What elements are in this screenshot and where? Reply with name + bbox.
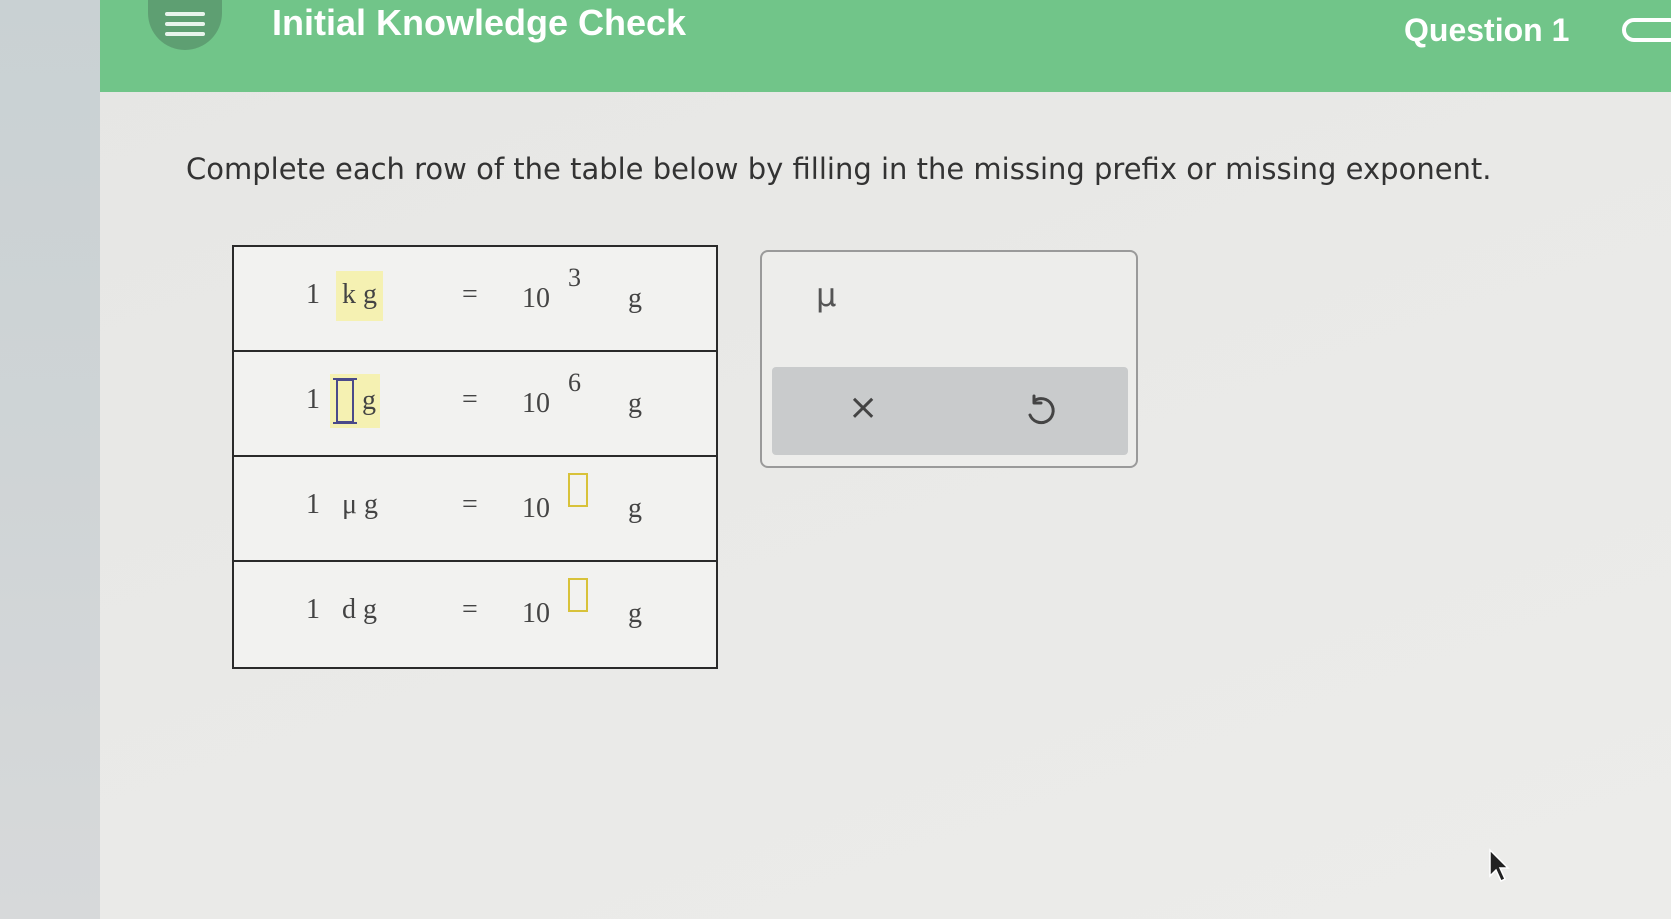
unit-left: g [363, 279, 377, 310]
prefix-cell: μ g [336, 481, 384, 531]
coefficient: 1 [306, 279, 320, 310]
equals-sign: = [462, 489, 478, 520]
table-row: 1 g = 10 6 g [234, 352, 716, 457]
equals-sign: = [462, 279, 478, 310]
exponent-input[interactable] [568, 578, 588, 613]
coefficient: 1 [306, 384, 320, 415]
base-ten: 10 [522, 493, 550, 524]
coefficient: 1 [306, 594, 320, 625]
table-row: 1 d g = 10 g [234, 562, 716, 667]
unit-left: g [363, 594, 377, 625]
left-gutter [0, 0, 112, 919]
menu-line [165, 32, 205, 36]
mu-key-button[interactable]: μ [816, 276, 836, 314]
prefix-value: k [342, 279, 356, 310]
exponent-blank-box[interactable] [568, 578, 588, 613]
exponent-value: 6 [568, 368, 581, 397]
base-ten: 10 [522, 283, 550, 314]
unit-right: g [628, 388, 642, 419]
prefix-value: d [342, 594, 356, 625]
unit-left: g [362, 385, 376, 416]
equals-sign: = [462, 384, 478, 415]
text-cursor-box [333, 378, 357, 424]
prefix-cell: d g [336, 586, 383, 636]
unit-left: g [364, 489, 379, 520]
question-prompt: Complete each row of the table below by … [186, 152, 1492, 186]
menu-line [165, 12, 205, 16]
mouse-pointer-icon [1489, 848, 1510, 883]
keypad-action-row: × [772, 367, 1128, 455]
base-ten: 10 [522, 388, 550, 419]
prefix-value: μ [342, 489, 358, 520]
unit-right: g [628, 493, 642, 524]
undo-icon[interactable] [1022, 393, 1058, 429]
question-label: Question 1 [1404, 12, 1570, 48]
exponent-value: 3 [568, 263, 581, 292]
table-row: 1 k g = 10 3 g [234, 247, 716, 352]
table-row: 1 μ g = 10 g [234, 457, 716, 562]
unit-right: g [628, 283, 642, 314]
prefix-input-active[interactable]: g [330, 374, 380, 428]
equals-sign: = [462, 594, 478, 625]
exponent-blank-box[interactable] [568, 473, 588, 508]
progress-pill-icon [1622, 18, 1671, 42]
prefix-cell[interactable]: k g [336, 271, 383, 321]
prefix-table: 1 k g = 10 3 g 1 g = 10 6 g 1 μ g = 10 g… [232, 245, 718, 669]
menu-line [165, 22, 205, 26]
base-ten: 10 [522, 598, 550, 629]
page-title: Initial Knowledge Check [272, 2, 687, 43]
exponent-input[interactable] [568, 473, 588, 508]
coefficient: 1 [306, 489, 320, 520]
clear-button[interactable]: × [848, 387, 878, 428]
keypad-panel: μ × [760, 250, 1138, 468]
unit-right: g [628, 598, 642, 629]
